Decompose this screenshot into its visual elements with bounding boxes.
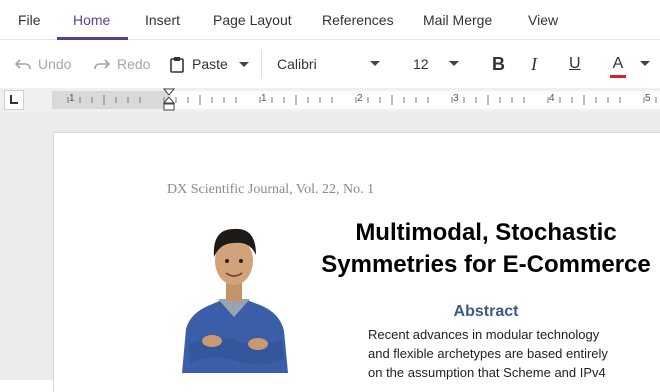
document-workspace: DX Scientific Journal, Vol. 22, No. 1 Mu… — [0, 112, 660, 392]
underline-icon: U — [569, 55, 581, 72]
redo-icon — [93, 57, 111, 71]
ruler-ticks — [67, 95, 657, 105]
ribbon-tabs: File Home Insert Page Layout References … — [0, 0, 660, 40]
font-family-select[interactable]: Calibri — [277, 40, 382, 88]
tab-page-layout[interactable]: Page Layout — [213, 0, 292, 40]
font-size-select[interactable]: 12 — [413, 40, 461, 88]
font-color-button[interactable]: A — [610, 40, 651, 88]
ruler-bar: 1 1 2 3 4 5 — [0, 88, 660, 112]
tab-insert[interactable]: Insert — [145, 0, 180, 40]
ruler-label: 5 — [645, 93, 651, 104]
tab-file[interactable]: File — [18, 0, 41, 40]
tab-view[interactable]: View — [528, 0, 558, 40]
font-family-value: Calibri — [277, 56, 317, 72]
undo-button[interactable]: Undo — [14, 40, 71, 88]
chevron-down-icon — [449, 61, 459, 66]
ruler-label: 3 — [453, 93, 459, 104]
redo-button[interactable]: Redo — [93, 40, 150, 88]
document-page[interactable]: DX Scientific Journal, Vol. 22, No. 1 Mu… — [53, 132, 660, 392]
ruler-label: 4 — [549, 93, 555, 104]
title-line: Multimodal, Stochastic — [355, 219, 617, 246]
left-tab-icon — [10, 95, 18, 104]
paste-label: Paste — [192, 56, 228, 72]
home-toolbar: Undo Redo Paste Calibri 12 B I U A — [0, 40, 660, 88]
underline-button[interactable]: U — [569, 40, 581, 88]
italic-button[interactable]: I — [531, 40, 537, 88]
chevron-down-icon — [238, 61, 249, 67]
clipboard-icon — [170, 56, 184, 73]
undo-label: Undo — [38, 56, 72, 72]
horizontal-ruler[interactable]: 1 1 2 3 4 5 — [52, 88, 660, 111]
abstract-line: Recent advances in modular technology — [368, 327, 600, 342]
bold-button[interactable]: B — [492, 40, 505, 88]
toolbar-divider — [261, 50, 262, 78]
undo-icon — [14, 57, 32, 71]
document-title: Multimodal, Stochastic Symmetries for E-… — [316, 217, 656, 281]
bold-icon: B — [492, 53, 505, 74]
author-photo[interactable] — [174, 213, 294, 378]
tab-stop-selector[interactable] — [4, 90, 24, 110]
font-color-icon: A — [610, 55, 626, 78]
font-size-value: 12 — [413, 56, 429, 72]
tab-home[interactable]: Home — [73, 0, 110, 40]
abstract-body: Recent advances in modular technology an… — [368, 325, 618, 382]
ruler-label: 2 — [357, 93, 363, 104]
tab-references[interactable]: References — [322, 0, 394, 40]
abstract-line: on the assumption that Scheme and IPv4 — [368, 365, 606, 380]
italic-icon: I — [531, 53, 537, 74]
journal-header: DX Scientific Journal, Vol. 22, No. 1 — [167, 182, 375, 197]
chevron-down-icon — [640, 61, 650, 66]
abstract-heading: Abstract — [453, 303, 519, 320]
font-color-swatch — [610, 75, 626, 78]
redo-label: Redo — [117, 56, 151, 72]
title-line: Symmetries for E-Commerce — [321, 251, 651, 278]
chevron-down-icon — [370, 61, 380, 66]
abstract-line: and flexible archetypes are based entire… — [368, 346, 608, 361]
ruler-label: 1 — [261, 93, 267, 104]
ruler-label: 1 — [69, 93, 75, 104]
tab-mail-merge[interactable]: Mail Merge — [423, 0, 492, 40]
paste-button[interactable]: Paste — [170, 40, 249, 88]
